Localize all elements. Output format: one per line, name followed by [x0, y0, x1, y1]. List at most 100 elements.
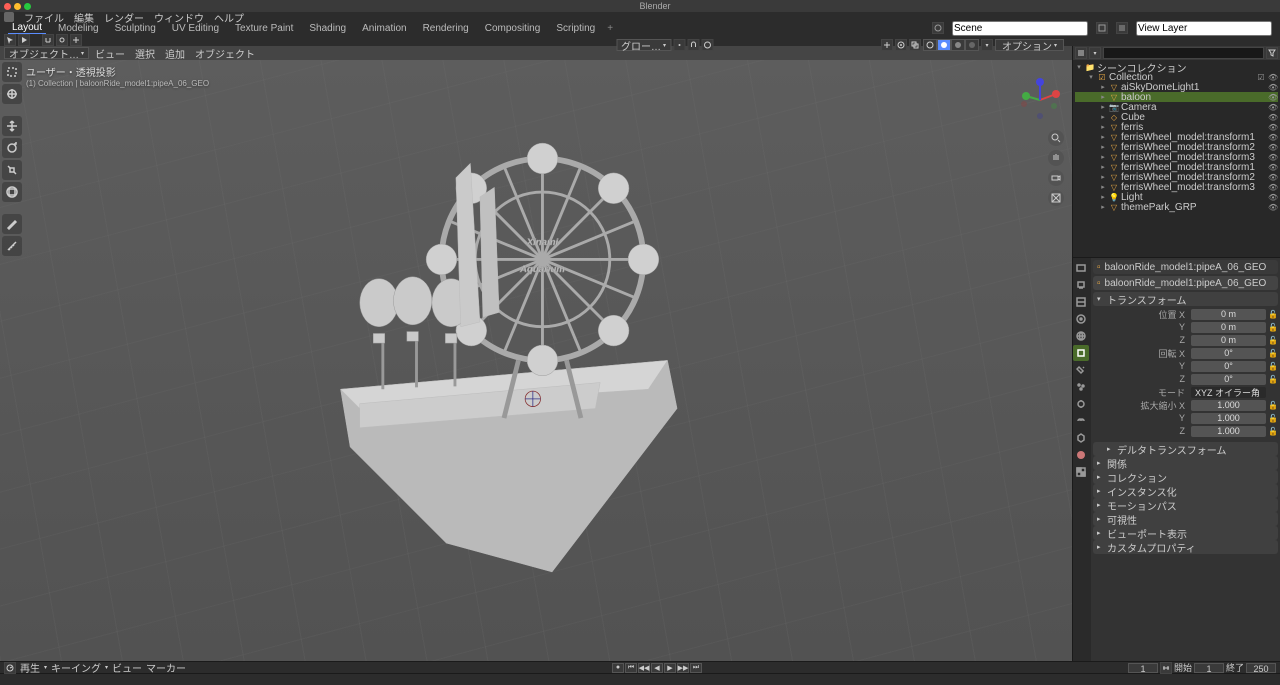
rot-mode-dropdown[interactable]: XYZ オイラー角: [1191, 387, 1266, 398]
tool-transform[interactable]: [2, 182, 22, 202]
outliner-search-input[interactable]: [1103, 47, 1264, 59]
viewlayer-browse-icon[interactable]: [1116, 22, 1128, 34]
pivot-icon[interactable]: [673, 39, 685, 51]
scale-z-field[interactable]: 1.000: [1191, 426, 1266, 437]
loc-x-field[interactable]: 0 m: [1191, 309, 1266, 320]
tl-jump-start-icon[interactable]: ⏮: [625, 663, 637, 673]
maximize-icon[interactable]: [24, 3, 31, 10]
tree-item[interactable]: ▸▽ferrisWheel_model:transform2👁: [1075, 172, 1278, 182]
scene-mesh[interactable]: Xinami Aquarium: [236, 120, 772, 601]
prop-tab-constraints[interactable]: [1073, 413, 1089, 429]
section-delta-transform[interactable]: ▸デルタトランスフォーム: [1093, 442, 1278, 456]
tool-cursor[interactable]: [2, 84, 22, 104]
prop-edit-icon[interactable]: [701, 39, 713, 51]
tl-end-frame[interactable]: 250: [1246, 663, 1276, 673]
tl-start-frame[interactable]: 1: [1194, 663, 1224, 673]
tree-collection[interactable]: ▾ ☑ Collection ☑👁: [1075, 72, 1278, 82]
minimize-icon[interactable]: [14, 3, 21, 10]
prop-tab-world[interactable]: [1073, 328, 1089, 344]
tl-prev-key-icon[interactable]: ◀◀: [638, 663, 650, 673]
nav-zoom-icon[interactable]: [1048, 130, 1064, 146]
shading-solid-icon[interactable]: [937, 39, 951, 51]
prop-tab-data[interactable]: [1073, 430, 1089, 446]
scale-y-field[interactable]: 1.000: [1191, 413, 1266, 424]
section-visibility[interactable]: ▸可視性: [1093, 512, 1278, 526]
timeline-editor-icon[interactable]: [4, 662, 16, 674]
tree-item[interactable]: ▸▽ferrisWheel_model:transform1👁: [1075, 132, 1278, 142]
tab-compositing[interactable]: Compositing: [481, 23, 545, 34]
prop-tab-texture[interactable]: [1073, 464, 1089, 480]
snap-icon[interactable]: [42, 34, 54, 46]
outliner-tree[interactable]: ▾📁 シーンコレクション ▾ ☑ Collection ☑👁 ▸▽aiSkyDo…: [1073, 60, 1280, 257]
section-transform[interactable]: ▾トランスフォーム: [1093, 292, 1278, 306]
tab-animation[interactable]: Animation: [358, 23, 410, 34]
xray-icon[interactable]: [909, 39, 921, 51]
tl-autokey-icon[interactable]: ●: [612, 663, 624, 673]
tl-current-frame[interactable]: 1: [1128, 663, 1158, 673]
vis-overlay-icon[interactable]: [895, 39, 907, 51]
rot-x-field[interactable]: 0°: [1191, 348, 1266, 359]
vp-menu-view[interactable]: ビュー: [95, 46, 125, 61]
orientation-icon[interactable]: [70, 34, 82, 46]
prop-tab-render[interactable]: [1073, 260, 1089, 276]
prop-object-name[interactable]: ▫ baloonRide_model1:pipeA_06_GEO: [1093, 276, 1278, 290]
section-instancing[interactable]: ▸インスタンス化: [1093, 484, 1278, 498]
tool-measure[interactable]: [2, 236, 22, 256]
loc-z-field[interactable]: 0 m: [1191, 335, 1266, 346]
blender-logo-icon[interactable]: [4, 12, 14, 22]
vp-menu-object[interactable]: オブジェクト: [195, 46, 255, 61]
tab-rendering[interactable]: Rendering: [419, 23, 473, 34]
shading-rendered-icon[interactable]: [965, 39, 979, 51]
section-custom-props[interactable]: ▸カスタムプロパティ: [1093, 540, 1278, 554]
mode-dropdown[interactable]: オブジェクト… ▾: [4, 47, 89, 59]
section-collections[interactable]: ▸コレクション: [1093, 470, 1278, 484]
tree-item[interactable]: ▸▽baloon👁: [1075, 92, 1278, 102]
nav-gizmo[interactable]: [1016, 76, 1064, 124]
prop-breadcrumb[interactable]: ▫ baloonRide_model1:pipeA_06_GEO: [1093, 260, 1278, 274]
tab-texpaint[interactable]: Texture Paint: [231, 23, 297, 34]
tab-add-button[interactable]: +: [607, 23, 613, 34]
nav-persp-icon[interactable]: [1048, 190, 1064, 206]
prop-tab-viewlayer[interactable]: [1073, 294, 1089, 310]
tree-item[interactable]: ▸◇Cube👁: [1075, 112, 1278, 122]
tl-range-icon[interactable]: [1160, 662, 1172, 674]
rot-z-field[interactable]: 0°: [1191, 374, 1266, 385]
viewport-3d[interactable]: オブジェクト… ▾ ビュー 選択 追加 オブジェクト グロー… ▾: [0, 46, 1072, 661]
loc-y-field[interactable]: 0 m: [1191, 322, 1266, 333]
shading-dropdown-icon[interactable]: ▾: [981, 39, 993, 51]
options-dropdown[interactable]: オプション ▾: [995, 39, 1064, 51]
tree-scene-collection[interactable]: ▾📁 シーンコレクション: [1075, 62, 1278, 72]
orientation-dropdown[interactable]: グロー… ▾: [616, 39, 671, 51]
tool-annotate[interactable]: [2, 214, 22, 234]
prop-tab-modifiers[interactable]: [1073, 362, 1089, 378]
prop-tab-particles[interactable]: [1073, 379, 1089, 395]
prop-tab-material[interactable]: [1073, 447, 1089, 463]
tree-item[interactable]: ▸▽ferris👁: [1075, 122, 1278, 132]
outliner-display-icon[interactable]: ▾: [1089, 47, 1101, 59]
tree-item[interactable]: ▸▽aiSkyDomeLight1👁: [1075, 82, 1278, 92]
tree-item[interactable]: ▸📷Camera👁: [1075, 102, 1278, 112]
tl-play-icon[interactable]: ▶: [664, 663, 676, 673]
tree-item[interactable]: ▸💡Light👁: [1075, 192, 1278, 202]
prop-tab-physics[interactable]: [1073, 396, 1089, 412]
scene-new-button[interactable]: [1096, 22, 1108, 34]
section-relations[interactable]: ▸関係: [1093, 456, 1278, 470]
section-viewport-display[interactable]: ▸ビューポート表示: [1093, 526, 1278, 540]
nav-pan-icon[interactable]: [1048, 150, 1064, 166]
tree-item[interactable]: ▸▽ferrisWheel_model:transform3👁: [1075, 182, 1278, 192]
vp-menu-select[interactable]: 選択: [135, 46, 155, 61]
rot-y-field[interactable]: 0°: [1191, 361, 1266, 372]
prop-tab-scene[interactable]: [1073, 311, 1089, 327]
tree-item[interactable]: ▸▽ferrisWheel_model:transform2👁: [1075, 142, 1278, 152]
tree-item[interactable]: ▸▽ferrisWheel_model:transform3👁: [1075, 152, 1278, 162]
snap-mode-icon[interactable]: [56, 34, 68, 46]
tl-play-rev-icon[interactable]: ◀: [651, 663, 663, 673]
tool-select-box[interactable]: [2, 62, 22, 82]
outliner-filter-icon[interactable]: [1266, 47, 1278, 59]
snap-toggle-icon[interactable]: [687, 39, 699, 51]
scene-name-input[interactable]: [952, 21, 1088, 36]
tool-scale[interactable]: [2, 160, 22, 180]
scale-x-field[interactable]: 1.000: [1191, 400, 1266, 411]
tab-layout[interactable]: Layout: [8, 22, 46, 34]
cursor-tool-icon[interactable]: [4, 34, 16, 46]
